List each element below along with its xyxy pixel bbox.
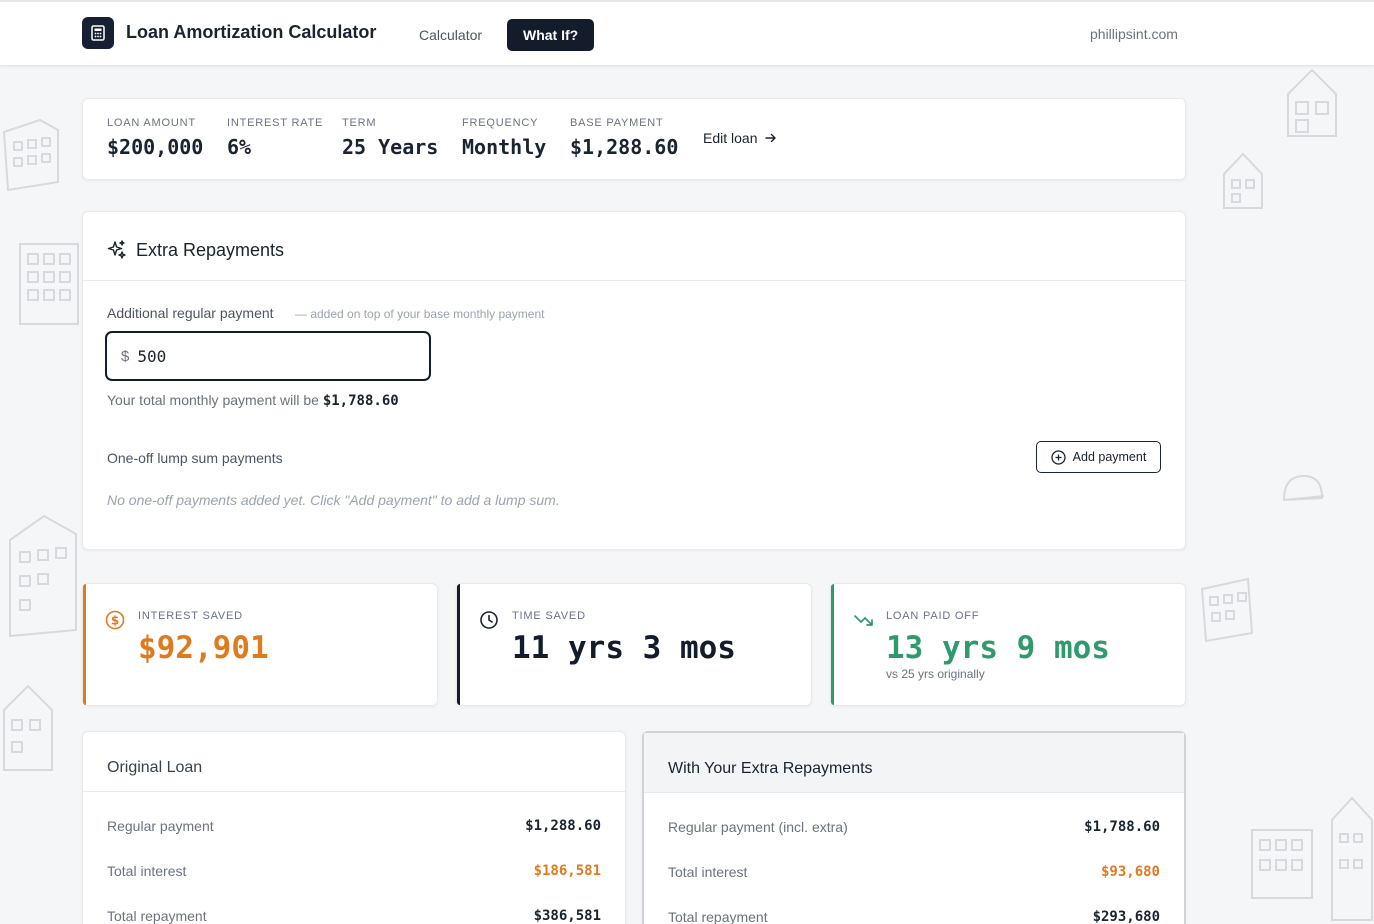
with-extra-card: With Your Extra Repayments Regular payme…: [642, 731, 1186, 924]
comparison-row: Total repayment $386,581: [107, 908, 601, 924]
arrow-right-icon: [765, 133, 777, 143]
interest-saved-card: $ INTEREST SAVED $92,901: [82, 583, 438, 706]
accent-bar: [457, 584, 460, 705]
building-icon: [1251, 829, 1313, 899]
house-icon: [1287, 68, 1337, 137]
row-label: Regular payment: [107, 818, 214, 834]
additional-payment-hint: — added on top of your base monthly paym…: [295, 307, 545, 321]
helmet-icon: [1282, 474, 1325, 502]
add-payment-label: Add payment: [1072, 450, 1147, 464]
comparison-row: Total repayment $293,680: [668, 909, 1160, 924]
nav-calculator[interactable]: Calculator: [403, 19, 498, 51]
term: TERM 25 Years: [342, 117, 438, 159]
loan-amount-label: LOAN AMOUNT: [107, 117, 196, 129]
row-value: $93,680: [1100, 864, 1160, 880]
interest-saved-value: $92,901: [138, 630, 269, 666]
row-label: Total repayment: [668, 909, 768, 924]
interest-rate-value: 6%: [227, 135, 252, 159]
comparison-row: Total interest $186,581: [107, 863, 601, 879]
extra-repayments-card: Extra Repayments Additional regular paym…: [82, 211, 1186, 550]
currency-symbol: $: [121, 347, 130, 365]
sparkles-icon: [107, 240, 126, 259]
loan-paid-off-sub: vs 25 yrs originally: [886, 667, 985, 681]
with-extra-header: With Your Extra Repayments: [644, 733, 1184, 793]
loan-paid-off-label: LOAN PAID OFF: [886, 610, 980, 622]
term-value: 25 Years: [342, 135, 439, 159]
time-saved-value: 11 yrs 3 mos: [512, 630, 736, 666]
row-value: $1,288.60: [525, 818, 601, 834]
total-payment-note: Your total monthly payment will be $1,78…: [107, 392, 399, 409]
edit-loan-link[interactable]: Edit loan: [703, 130, 777, 146]
building-icon: [9, 514, 77, 638]
row-value: $293,680: [1092, 909, 1160, 924]
frequency: FREQUENCY Monthly: [462, 117, 546, 159]
additional-payment-field[interactable]: $: [105, 331, 431, 381]
original-loan-card: Original Loan Regular payment $1,288.60 …: [82, 731, 626, 924]
row-label: Regular payment (incl. extra): [668, 819, 848, 835]
nav-what-if[interactable]: What If?: [507, 19, 595, 51]
house-icon: [1331, 796, 1373, 921]
original-loan-title: Original Loan: [107, 759, 203, 776]
building-icon: [19, 243, 79, 325]
edit-loan-label: Edit loan: [703, 130, 758, 146]
loan-summary-card: LOAN AMOUNT $200,000 INTEREST RATE 6% TE…: [82, 98, 1186, 180]
base-payment-value: $1,288.60: [570, 135, 679, 159]
row-value: $1,788.60: [1084, 819, 1160, 835]
comparison-row: Total interest $93,680: [668, 864, 1160, 880]
total-note-value: $1,788.60: [322, 393, 399, 409]
interest-saved-label: INTEREST SAVED: [138, 610, 243, 622]
loan-paid-off-value: 13 yrs 9 mos: [886, 630, 1110, 666]
extra-repayments-header: Extra Repayments: [83, 212, 1185, 281]
house-icon: [1223, 152, 1263, 209]
with-extra-title: With Your Extra Repayments: [668, 760, 873, 777]
row-label: Total repayment: [107, 908, 207, 924]
total-note-prefix: Your total monthly payment will be: [107, 392, 319, 408]
extra-repayments-title: Extra Repayments: [136, 240, 285, 260]
site-link[interactable]: phillipsint.com: [1090, 26, 1178, 42]
accent-bar: [831, 584, 834, 705]
frequency-label: FREQUENCY: [462, 117, 539, 129]
top-bar: Loan Amortization Calculator Calculator …: [0, 0, 1374, 66]
lump-sum-label: One-off lump sum payments: [107, 450, 283, 466]
plus-circle-icon: [1051, 449, 1066, 465]
house-icon: [3, 684, 53, 771]
row-value: $186,581: [533, 863, 601, 879]
comparison-row: Regular payment (incl. extra) $1,788.60: [668, 819, 1160, 835]
accent-bar: [83, 584, 86, 705]
original-loan-header: Original Loan: [83, 732, 625, 792]
app-title: Loan Amortization Calculator: [126, 22, 377, 42]
additional-payment-input[interactable]: [137, 346, 398, 366]
loan-amount-value: $200,000: [107, 135, 204, 159]
time-saved-label: TIME SAVED: [512, 610, 586, 622]
add-payment-button[interactable]: Add payment: [1036, 441, 1161, 473]
row-label: Total interest: [668, 864, 748, 880]
base-payment-label: BASE PAYMENT: [570, 117, 664, 129]
row-label: Total interest: [107, 863, 187, 879]
loan-paid-off-card: LOAN PAID OFF 13 yrs 9 mos vs 25 yrs ori…: [830, 583, 1186, 706]
building-icon: [2, 118, 59, 192]
additional-payment-label: Additional regular payment: [107, 305, 274, 321]
loan-amount: LOAN AMOUNT $200,000: [107, 117, 203, 159]
row-value: $386,581: [533, 908, 601, 924]
interest-rate: INTEREST RATE 6%: [227, 117, 323, 159]
trending-down-icon: [854, 615, 873, 626]
comparison-row: Regular payment $1,288.60: [107, 818, 601, 834]
frequency-value: Monthly: [462, 135, 547, 159]
dollar-circle-icon: $: [105, 610, 125, 630]
svg-text:$: $: [111, 614, 119, 628]
calculator-icon: [82, 17, 114, 49]
clock-icon: [480, 611, 498, 629]
building-icon: [1200, 577, 1254, 643]
time-saved-card: TIME SAVED 11 yrs 3 mos: [456, 583, 812, 706]
term-label: TERM: [342, 117, 377, 129]
interest-rate-label: INTEREST RATE: [227, 117, 324, 129]
lump-sum-empty-note: No one-off payments added yet. Click "Ad…: [107, 492, 560, 508]
base-payment: BASE PAYMENT $1,288.60: [570, 117, 678, 159]
